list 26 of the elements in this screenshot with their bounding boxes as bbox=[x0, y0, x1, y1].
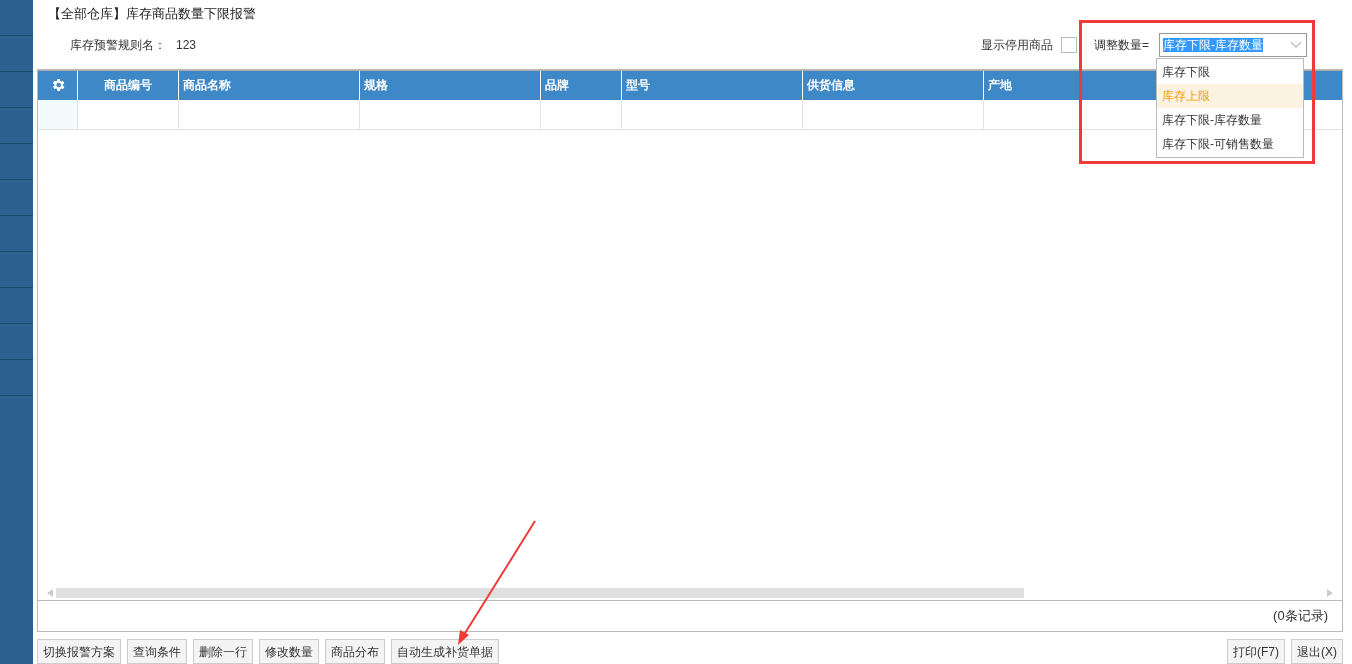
toolbar-button[interactable]: 切换报警方案 bbox=[37, 639, 121, 664]
toolbar-button[interactable]: 查询条件 bbox=[127, 639, 187, 664]
toolbar-button[interactable]: 修改数量 bbox=[259, 639, 319, 664]
toolbar-button[interactable]: 退出(X) bbox=[1291, 639, 1343, 664]
column-header: 规格 bbox=[360, 70, 541, 100]
toolbar-button[interactable]: 打印(F7) bbox=[1227, 639, 1285, 664]
dropdown-option[interactable]: 库存下限-可销售数量 bbox=[1157, 132, 1303, 156]
rule-value: 123 bbox=[176, 37, 197, 55]
chevron-down-icon bbox=[1290, 41, 1302, 50]
toolbar-button[interactable]: 自动生成补货单据 bbox=[391, 639, 499, 664]
scroll-right-icon[interactable] bbox=[1326, 589, 1334, 597]
toolbar-button[interactable]: 删除一行 bbox=[193, 639, 253, 664]
dropdown-option[interactable]: 库存下限-库存数量 bbox=[1157, 108, 1303, 132]
toolbar-button[interactable]: 商品分布 bbox=[325, 639, 385, 664]
show-disabled-label: 显示停用商品 bbox=[981, 37, 1053, 55]
scroll-left-icon[interactable] bbox=[46, 589, 54, 597]
column-header: 品牌 bbox=[541, 70, 622, 100]
column-header: 商品编号 bbox=[78, 70, 179, 100]
column-header: 供货信息 bbox=[803, 70, 984, 100]
column-header: 型号 bbox=[622, 70, 803, 100]
page-title: 【全部仓库】库存商品数量下限报警 bbox=[48, 5, 257, 22]
record-count: (0条记录) bbox=[1273, 607, 1328, 626]
rule-label: 库存预警规则名： bbox=[70, 37, 166, 55]
adjust-label: 调整数量= bbox=[1094, 37, 1149, 55]
column-header: 商品名称 bbox=[179, 70, 360, 100]
horizontal-scrollbar[interactable] bbox=[46, 587, 1334, 599]
